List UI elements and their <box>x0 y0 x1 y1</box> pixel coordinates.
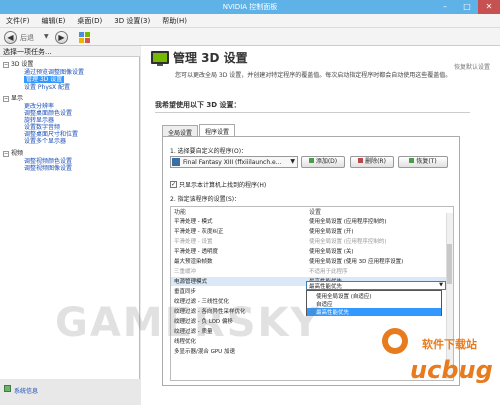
restore-icon <box>409 158 415 163</box>
power-mode-select[interactable]: 最高性能优先 ▼ <box>306 281 446 290</box>
remove-icon <box>358 158 364 163</box>
section-divider <box>155 112 470 113</box>
home-icon[interactable] <box>78 31 91 44</box>
option-global[interactable]: 使用全局设置 (自适应) <box>307 292 441 300</box>
restore-defaults-link[interactable]: 恢复默认设置 <box>454 62 490 71</box>
table-row[interactable]: 最大预渲染帧数 使用全局设置 (使用 3D 应用程序设置) <box>171 257 447 266</box>
menu-edit[interactable]: 编辑(E) <box>36 14 72 27</box>
tree-item-multi-display[interactable]: 设置多个显示器 <box>24 136 66 145</box>
collapse-icon[interactable]: − <box>3 61 9 68</box>
feature-cell: 最大预渲染帧数 <box>174 259 213 265</box>
tree-group-video[interactable]: − 视频 <box>3 148 23 157</box>
setting-cell: 使用全局设置 (应用程序控制的) <box>309 239 387 245</box>
option-adaptive[interactable]: 自适应 <box>307 300 441 308</box>
feature-cell: 平滑处理 - 灰度纠正 <box>174 229 224 235</box>
setting-cell: 使用全局设置 (开) <box>309 229 354 235</box>
page-title: 管理 3D 设置 <box>173 51 248 65</box>
tree-group-display[interactable]: − 显示 <box>3 93 23 102</box>
program-select[interactable]: Final Fantasy XIII (ffxiiilaunch.e... ▼ <box>170 156 298 168</box>
chevron-down-icon: ▼ <box>439 282 443 288</box>
show-local-programs-label[interactable]: 只显示本计算机上找到的程序(H) <box>179 180 266 189</box>
brand-subtitle: 软件下载站 <box>422 338 477 351</box>
tree-item-physx[interactable]: 设置 PhysX 配置 <box>24 82 70 91</box>
setting-cell: 使用全局设置 (应用程序控制的) <box>309 219 387 225</box>
table-row[interactable]: 平滑处理 - 灰度纠正 使用全局设置 (开) <box>171 227 447 236</box>
feature-cell: 三重缓冲 <box>174 269 197 275</box>
add-program-button[interactable]: 添加(D) <box>301 156 345 168</box>
collapse-icon[interactable]: − <box>3 95 9 102</box>
power-mode-options: 使用全局设置 (自适应) 自适应 最高性能优先 <box>306 290 442 316</box>
brand-logo-text: ucbug <box>410 356 493 384</box>
setting-cell: 使用全局设置 (关) <box>309 249 354 255</box>
3d-settings-icon <box>151 51 169 66</box>
menu-help[interactable]: 帮助(H) <box>156 14 193 27</box>
restore-program-button[interactable]: 恢复(T) <box>398 156 448 168</box>
feature-cell: 多显示器/混合 GPU 加速 <box>174 349 235 355</box>
section-header: 我希望使用以下 3D 设置： <box>155 101 241 109</box>
task-pane-header: 选择一项任务... <box>0 46 140 57</box>
menu-3d-settings[interactable]: 3D 设置(3) <box>108 14 156 27</box>
feature-cell: 平滑处理 - 模式 <box>174 219 213 225</box>
scrollbar-thumb[interactable] <box>447 244 452 284</box>
table-row[interactable]: 平滑处理 - 透明度 使用全局设置 (关) <box>171 247 447 256</box>
menu-desktop[interactable]: 桌面(D) <box>71 14 108 27</box>
step2-label: 2. 指定该程序的设置(S)： <box>170 196 241 203</box>
history-dropdown-icon[interactable]: ▼ <box>44 33 49 40</box>
setting-cell: 使用全局设置 (使用 3D 应用程序设置) <box>309 259 404 265</box>
column-header-setting: 设置 <box>309 209 322 216</box>
feature-cell: 垂直同步 <box>174 289 197 295</box>
menu-file[interactable]: 文件(F) <box>0 14 36 27</box>
add-icon <box>308 158 314 163</box>
table-row[interactable]: 平滑处理 - 模式 使用全局设置 (应用程序控制的) <box>171 217 447 226</box>
remove-program-button[interactable]: 删除(R) <box>350 156 394 168</box>
chevron-down-icon: ▼ <box>290 158 295 165</box>
back-button[interactable]: ◀ <box>4 31 17 44</box>
feature-cell: 平滑处理 - 设置 <box>174 239 213 245</box>
feature-cell: 电源管理模式 <box>174 279 208 285</box>
toolbar <box>0 28 500 46</box>
minimize-button[interactable]: – <box>434 0 456 14</box>
collapse-icon[interactable]: − <box>3 150 9 157</box>
table-scrollbar[interactable] <box>446 213 453 379</box>
option-max-performance[interactable]: 最高性能优先 <box>307 308 441 316</box>
system-info-link[interactable]: 系统信息 <box>14 386 38 395</box>
column-header-feature: 功能 <box>174 209 187 216</box>
show-local-programs-checkbox[interactable]: ✓ <box>170 181 177 188</box>
close-button[interactable]: ✕ <box>478 0 500 14</box>
back-label[interactable]: 后退 <box>20 33 34 43</box>
forward-button[interactable]: ▶ <box>55 31 68 44</box>
table-row[interactable]: 三重缓冲 不适用于此程序 <box>171 267 447 276</box>
ucbug-logo-icon <box>382 328 408 354</box>
table-row[interactable]: 平滑处理 - 设置 使用全局设置 (应用程序控制的) <box>171 237 447 246</box>
program-icon <box>172 158 180 166</box>
menu-bar: 文件(F) 编辑(E) 桌面(D) 3D 设置(3) 帮助(H) <box>0 14 500 28</box>
tree-item-video-image[interactable]: 调整视频图像设置 <box>24 163 72 172</box>
window-controls: – □ ✕ <box>434 0 500 14</box>
feature-cell: 平滑处理 - 透明度 <box>174 249 218 255</box>
setting-cell: 不适用于此程序 <box>309 269 348 275</box>
maximize-button[interactable]: □ <box>456 0 478 14</box>
system-info-icon <box>4 385 11 392</box>
window-title: NVIDIA 控制面板 <box>222 3 278 11</box>
page-description: 您可以更改全局 3D 设置，并创建对特定程序的覆盖值。每次启动指定程序时都会自动… <box>175 72 452 79</box>
step1-label: 1. 选择要自定义的程序(O)： <box>170 148 248 155</box>
watermark: GAMERSKY <box>55 300 322 346</box>
